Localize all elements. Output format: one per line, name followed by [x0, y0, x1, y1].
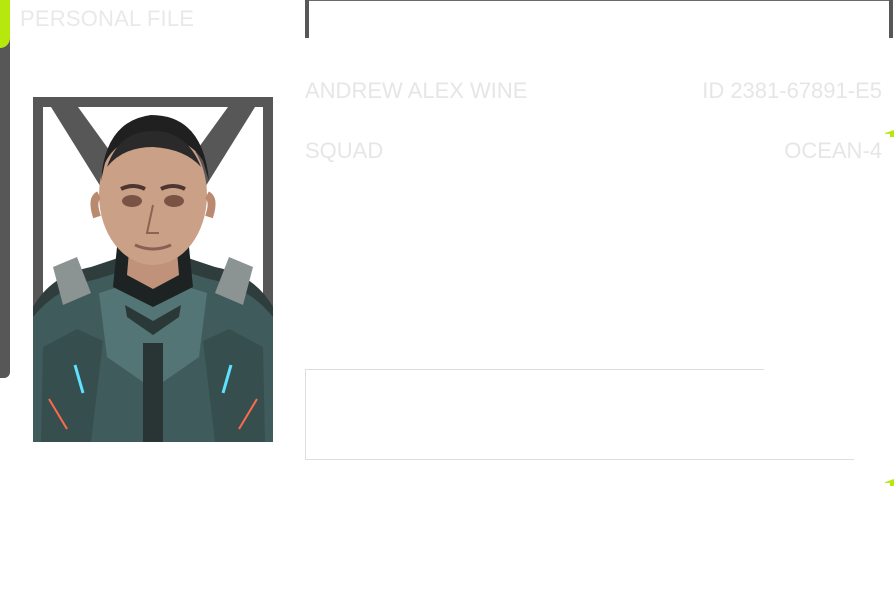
personnel-id: ID 2381-67891-E5	[702, 78, 882, 103]
left-accent-strip	[0, 0, 10, 48]
header-left-tick	[305, 0, 309, 38]
left-frame-bar	[0, 0, 10, 378]
name-row: ANDREW ALEX WINE ID 2381-67891-E5	[305, 76, 882, 106]
squad-label: SQUAD	[305, 138, 384, 163]
profile-photo	[33, 97, 273, 442]
page-title: PERSONAL FILE	[20, 6, 195, 31]
personnel-name: ANDREW ALEX WINE	[305, 78, 528, 103]
squad-row: SQUAD OCEAN-4	[305, 136, 882, 166]
header-right-tick	[889, 0, 893, 38]
header-divider	[305, 0, 891, 1]
corner-accent-icon	[885, 479, 894, 486]
info-panel	[305, 369, 854, 460]
squad-value: OCEAN-4	[784, 138, 882, 163]
corner-accent-icon	[885, 130, 894, 137]
